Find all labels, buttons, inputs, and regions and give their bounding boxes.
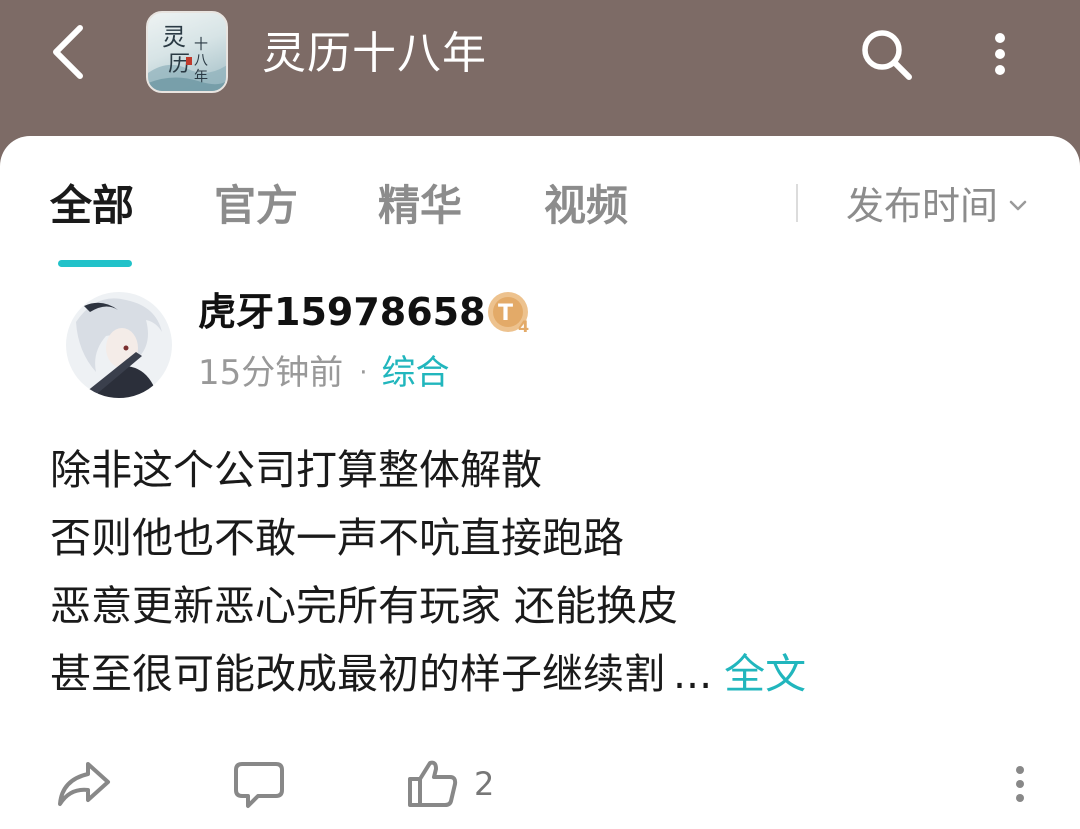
share-button[interactable]: [54, 746, 114, 822]
post-line: 甚至很可能改成最初的样子继续割: [50, 650, 665, 698]
svg-text:八: 八: [194, 53, 208, 69]
ellipsis: ...: [673, 650, 713, 698]
page-title: 灵历十八年: [262, 28, 487, 79]
comment-button[interactable]: [232, 746, 286, 822]
tab-bar: 全部 官方 精华 视频 发布时间: [0, 136, 1080, 276]
top-bar: 灵 历 十 八 年 灵历十八年: [0, 0, 1080, 136]
like-icon: [408, 760, 458, 807]
level-badge: T 4: [486, 290, 536, 336]
more-icon: [995, 33, 1005, 75]
more-button[interactable]: [978, 22, 1022, 86]
post-content[interactable]: 除非这个公司打算整体解散 否则他也不敢一声不吭直接跑路 恶意更新恶心完所有玩家 …: [50, 436, 1050, 708]
action-bar: 2: [0, 746, 1080, 822]
svg-text:灵: 灵: [162, 23, 186, 51]
post-line: 除非这个公司打算整体解散: [50, 446, 542, 494]
post-more-button[interactable]: [1012, 746, 1028, 822]
like-count: 2: [474, 765, 495, 803]
sort-dropdown[interactable]: 发布时间: [846, 176, 1028, 236]
post-category[interactable]: 综合: [382, 348, 450, 398]
search-button[interactable]: [854, 22, 918, 86]
tab-video[interactable]: 视频: [544, 176, 628, 236]
post-line-last: 甚至很可能改成最初的样子继续割... 全文: [50, 640, 1050, 708]
post-time: 15分钟前: [198, 353, 344, 393]
tab-official[interactable]: 官方: [214, 176, 298, 236]
app-icon[interactable]: 灵 历 十 八 年: [146, 11, 228, 93]
svg-text:年: 年: [194, 69, 208, 85]
post-line: 否则他也不敢一声不吭直接跑路: [50, 514, 624, 562]
svg-text:4: 4: [518, 317, 529, 336]
search-icon: [862, 30, 912, 80]
post-meta: 15分钟前 · 综合: [198, 348, 450, 398]
like-button[interactable]: 2: [406, 746, 494, 822]
content-card: 全部 官方 精华 视频 发布时间 虎牙15978658 T 4 15分钟前 · …: [0, 136, 1080, 829]
back-icon: [53, 25, 83, 79]
tab-featured[interactable]: 精华: [378, 176, 462, 236]
active-tab-indicator: [58, 260, 132, 267]
sort-label: 发布时间: [846, 184, 999, 228]
avatar[interactable]: [66, 292, 172, 398]
svg-text:T: T: [498, 301, 513, 326]
tab-all[interactable]: 全部: [50, 176, 134, 236]
read-more-link[interactable]: 全文: [724, 650, 806, 698]
comment-icon: [234, 762, 284, 808]
chevron-down-icon: [1008, 199, 1028, 213]
share-icon: [58, 762, 110, 806]
username[interactable]: 虎牙15978658: [198, 286, 486, 338]
svg-text:十: 十: [194, 37, 208, 53]
post-line: 恶意更新恶心完所有玩家 还能换皮: [50, 582, 679, 630]
more-options-icon: [1016, 766, 1024, 802]
sort-divider: [796, 184, 798, 222]
back-button[interactable]: [40, 22, 96, 82]
meta-separator: ·: [359, 358, 368, 388]
